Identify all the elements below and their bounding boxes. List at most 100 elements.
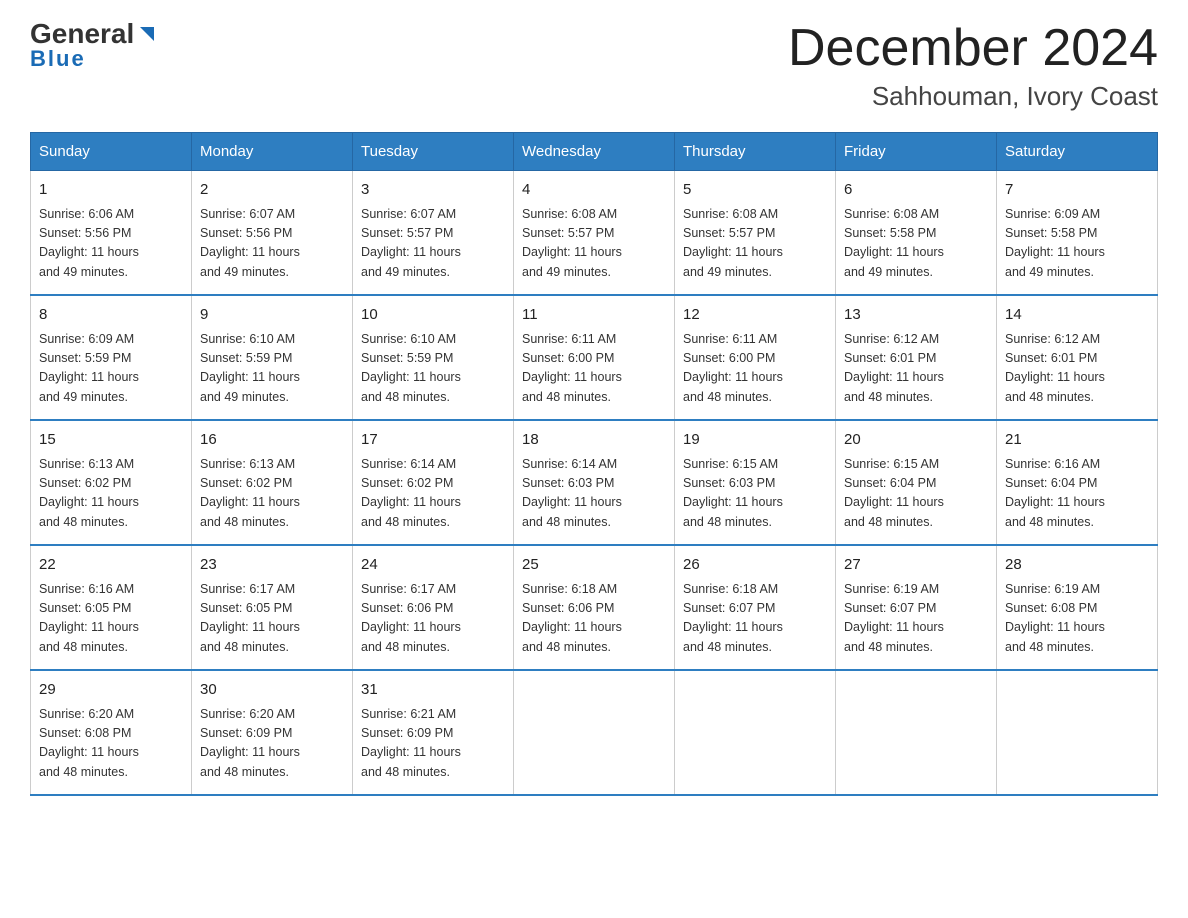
day-info: Sunrise: 6:18 AM Sunset: 6:07 PM Dayligh… (683, 580, 827, 658)
day-info: Sunrise: 6:21 AM Sunset: 6:09 PM Dayligh… (361, 705, 505, 783)
day-info: Sunrise: 6:08 AM Sunset: 5:58 PM Dayligh… (844, 205, 988, 283)
calendar-cell: 4 Sunrise: 6:08 AM Sunset: 5:57 PM Dayli… (514, 171, 675, 296)
calendar-cell: 29 Sunrise: 6:20 AM Sunset: 6:08 PM Dayl… (31, 670, 192, 795)
calendar-cell: 13 Sunrise: 6:12 AM Sunset: 6:01 PM Dayl… (836, 295, 997, 420)
day-number: 29 (39, 679, 183, 702)
day-number: 25 (522, 554, 666, 577)
day-info: Sunrise: 6:10 AM Sunset: 5:59 PM Dayligh… (361, 330, 505, 408)
day-info: Sunrise: 6:11 AM Sunset: 6:00 PM Dayligh… (683, 330, 827, 408)
day-info: Sunrise: 6:15 AM Sunset: 6:03 PM Dayligh… (683, 455, 827, 533)
day-info: Sunrise: 6:13 AM Sunset: 6:02 PM Dayligh… (39, 455, 183, 533)
day-info: Sunrise: 6:08 AM Sunset: 5:57 PM Dayligh… (522, 205, 666, 283)
page-header: General Blue December 2024 Sahhouman, Iv… (30, 20, 1158, 112)
day-info: Sunrise: 6:17 AM Sunset: 6:05 PM Dayligh… (200, 580, 344, 658)
calendar-cell: 9 Sunrise: 6:10 AM Sunset: 5:59 PM Dayli… (192, 295, 353, 420)
day-info: Sunrise: 6:07 AM Sunset: 5:56 PM Dayligh… (200, 205, 344, 283)
calendar-cell: 24 Sunrise: 6:17 AM Sunset: 6:06 PM Dayl… (353, 545, 514, 670)
day-info: Sunrise: 6:07 AM Sunset: 5:57 PM Dayligh… (361, 205, 505, 283)
calendar-cell: 20 Sunrise: 6:15 AM Sunset: 6:04 PM Dayl… (836, 420, 997, 545)
calendar-cell: 18 Sunrise: 6:14 AM Sunset: 6:03 PM Dayl… (514, 420, 675, 545)
day-info: Sunrise: 6:08 AM Sunset: 5:57 PM Dayligh… (683, 205, 827, 283)
day-header-wednesday: Wednesday (514, 133, 675, 171)
day-header-friday: Friday (836, 133, 997, 171)
day-number: 18 (522, 429, 666, 452)
day-info: Sunrise: 6:14 AM Sunset: 6:03 PM Dayligh… (522, 455, 666, 533)
day-info: Sunrise: 6:12 AM Sunset: 6:01 PM Dayligh… (1005, 330, 1149, 408)
logo-blue: Blue (30, 46, 86, 72)
calendar-cell (997, 670, 1158, 795)
day-number: 30 (200, 679, 344, 702)
day-info: Sunrise: 6:16 AM Sunset: 6:05 PM Dayligh… (39, 580, 183, 658)
calendar-table: SundayMondayTuesdayWednesdayThursdayFrid… (30, 132, 1158, 796)
day-info: Sunrise: 6:19 AM Sunset: 6:07 PM Dayligh… (844, 580, 988, 658)
calendar-cell: 23 Sunrise: 6:17 AM Sunset: 6:05 PM Dayl… (192, 545, 353, 670)
day-header-saturday: Saturday (997, 133, 1158, 171)
day-info: Sunrise: 6:09 AM Sunset: 5:58 PM Dayligh… (1005, 205, 1149, 283)
day-header-monday: Monday (192, 133, 353, 171)
calendar-cell: 21 Sunrise: 6:16 AM Sunset: 6:04 PM Dayl… (997, 420, 1158, 545)
day-header-sunday: Sunday (31, 133, 192, 171)
day-number: 17 (361, 429, 505, 452)
day-number: 22 (39, 554, 183, 577)
logo: General Blue (30, 20, 158, 72)
calendar-week-row: 22 Sunrise: 6:16 AM Sunset: 6:05 PM Dayl… (31, 545, 1158, 670)
calendar-cell: 3 Sunrise: 6:07 AM Sunset: 5:57 PM Dayli… (353, 171, 514, 296)
calendar-cell: 8 Sunrise: 6:09 AM Sunset: 5:59 PM Dayli… (31, 295, 192, 420)
month-year-title: December 2024 (788, 20, 1158, 77)
day-number: 6 (844, 179, 988, 202)
calendar-cell: 11 Sunrise: 6:11 AM Sunset: 6:00 PM Dayl… (514, 295, 675, 420)
calendar-cell: 26 Sunrise: 6:18 AM Sunset: 6:07 PM Dayl… (675, 545, 836, 670)
day-number: 15 (39, 429, 183, 452)
title-section: December 2024 Sahhouman, Ivory Coast (788, 20, 1158, 112)
day-info: Sunrise: 6:15 AM Sunset: 6:04 PM Dayligh… (844, 455, 988, 533)
day-info: Sunrise: 6:14 AM Sunset: 6:02 PM Dayligh… (361, 455, 505, 533)
day-number: 13 (844, 304, 988, 327)
calendar-cell (836, 670, 997, 795)
logo-arrow-icon (136, 23, 158, 45)
calendar-cell: 10 Sunrise: 6:10 AM Sunset: 5:59 PM Dayl… (353, 295, 514, 420)
calendar-cell: 25 Sunrise: 6:18 AM Sunset: 6:06 PM Dayl… (514, 545, 675, 670)
calendar-cell: 15 Sunrise: 6:13 AM Sunset: 6:02 PM Dayl… (31, 420, 192, 545)
day-header-tuesday: Tuesday (353, 133, 514, 171)
calendar-cell: 14 Sunrise: 6:12 AM Sunset: 6:01 PM Dayl… (997, 295, 1158, 420)
calendar-cell: 17 Sunrise: 6:14 AM Sunset: 6:02 PM Dayl… (353, 420, 514, 545)
day-number: 14 (1005, 304, 1149, 327)
day-info: Sunrise: 6:11 AM Sunset: 6:00 PM Dayligh… (522, 330, 666, 408)
calendar-week-row: 1 Sunrise: 6:06 AM Sunset: 5:56 PM Dayli… (31, 171, 1158, 296)
day-number: 23 (200, 554, 344, 577)
day-info: Sunrise: 6:09 AM Sunset: 5:59 PM Dayligh… (39, 330, 183, 408)
day-info: Sunrise: 6:16 AM Sunset: 6:04 PM Dayligh… (1005, 455, 1149, 533)
day-number: 7 (1005, 179, 1149, 202)
calendar-cell: 27 Sunrise: 6:19 AM Sunset: 6:07 PM Dayl… (836, 545, 997, 670)
day-number: 28 (1005, 554, 1149, 577)
calendar-week-row: 15 Sunrise: 6:13 AM Sunset: 6:02 PM Dayl… (31, 420, 1158, 545)
day-number: 5 (683, 179, 827, 202)
calendar-cell: 12 Sunrise: 6:11 AM Sunset: 6:00 PM Dayl… (675, 295, 836, 420)
calendar-cell: 31 Sunrise: 6:21 AM Sunset: 6:09 PM Dayl… (353, 670, 514, 795)
day-info: Sunrise: 6:20 AM Sunset: 6:09 PM Dayligh… (200, 705, 344, 783)
day-number: 27 (844, 554, 988, 577)
day-number: 16 (200, 429, 344, 452)
day-info: Sunrise: 6:18 AM Sunset: 6:06 PM Dayligh… (522, 580, 666, 658)
day-info: Sunrise: 6:13 AM Sunset: 6:02 PM Dayligh… (200, 455, 344, 533)
calendar-cell: 2 Sunrise: 6:07 AM Sunset: 5:56 PM Dayli… (192, 171, 353, 296)
calendar-cell: 28 Sunrise: 6:19 AM Sunset: 6:08 PM Dayl… (997, 545, 1158, 670)
day-info: Sunrise: 6:10 AM Sunset: 5:59 PM Dayligh… (200, 330, 344, 408)
calendar-cell: 16 Sunrise: 6:13 AM Sunset: 6:02 PM Dayl… (192, 420, 353, 545)
calendar-cell: 5 Sunrise: 6:08 AM Sunset: 5:57 PM Dayli… (675, 171, 836, 296)
day-number: 2 (200, 179, 344, 202)
day-info: Sunrise: 6:06 AM Sunset: 5:56 PM Dayligh… (39, 205, 183, 283)
location-subtitle: Sahhouman, Ivory Coast (788, 81, 1158, 112)
calendar-cell: 30 Sunrise: 6:20 AM Sunset: 6:09 PM Dayl… (192, 670, 353, 795)
day-header-thursday: Thursday (675, 133, 836, 171)
calendar-week-row: 29 Sunrise: 6:20 AM Sunset: 6:08 PM Dayl… (31, 670, 1158, 795)
day-info: Sunrise: 6:12 AM Sunset: 6:01 PM Dayligh… (844, 330, 988, 408)
day-number: 1 (39, 179, 183, 202)
day-number: 8 (39, 304, 183, 327)
calendar-cell: 19 Sunrise: 6:15 AM Sunset: 6:03 PM Dayl… (675, 420, 836, 545)
calendar-cell: 22 Sunrise: 6:16 AM Sunset: 6:05 PM Dayl… (31, 545, 192, 670)
calendar-header-row: SundayMondayTuesdayWednesdayThursdayFrid… (31, 133, 1158, 171)
day-number: 20 (844, 429, 988, 452)
day-number: 12 (683, 304, 827, 327)
calendar-cell: 1 Sunrise: 6:06 AM Sunset: 5:56 PM Dayli… (31, 171, 192, 296)
